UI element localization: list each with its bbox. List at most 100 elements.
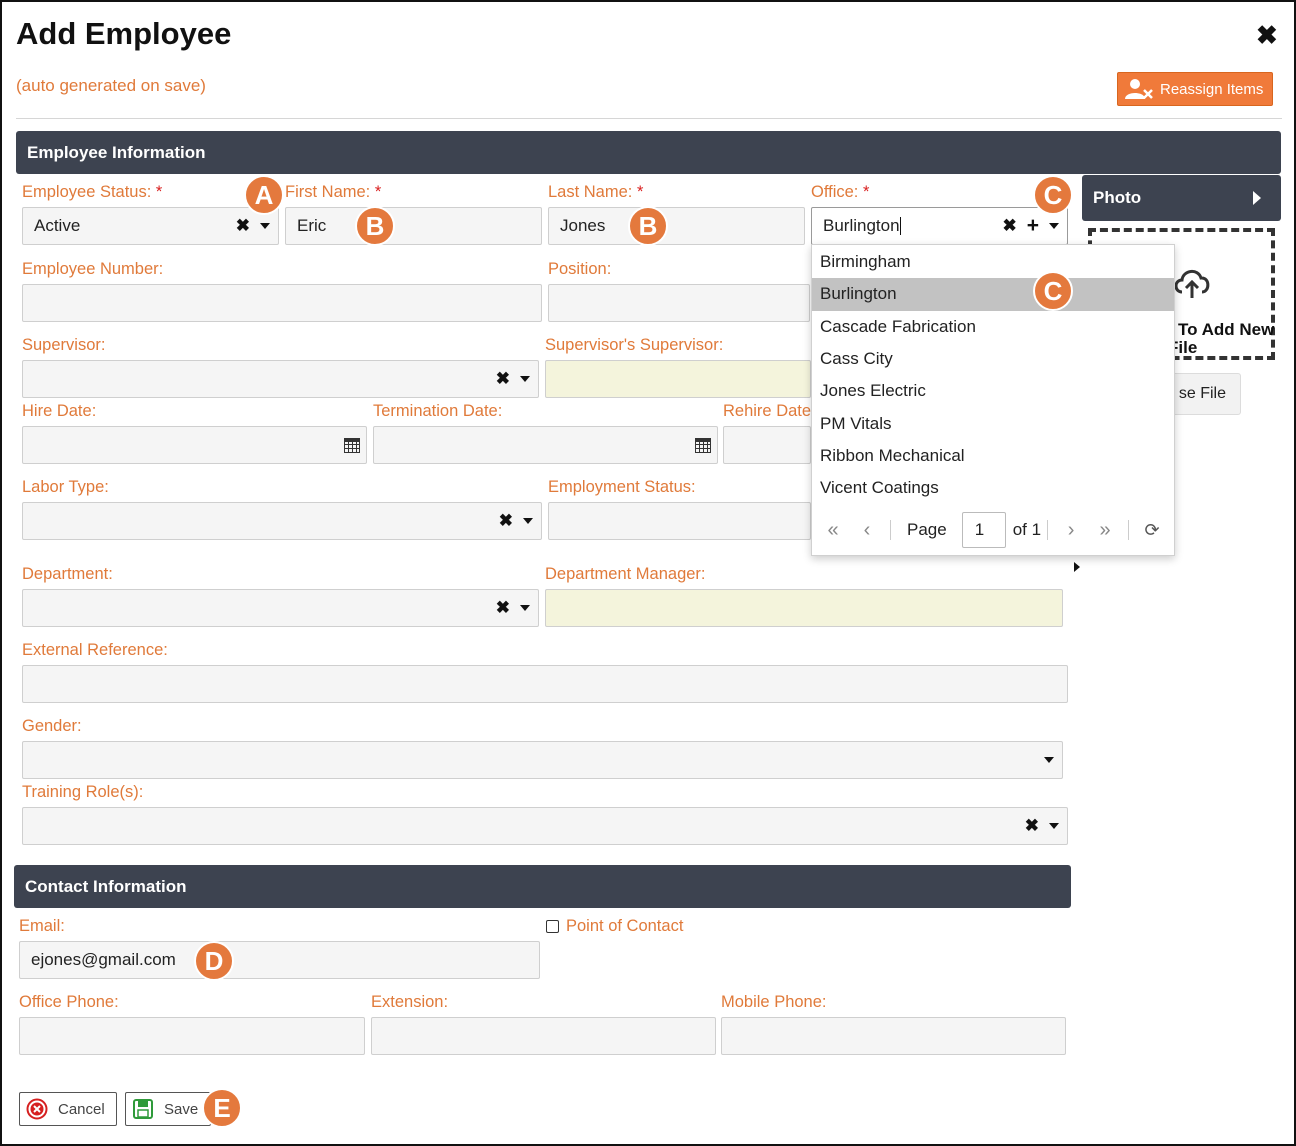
chevron-down-icon[interactable] (520, 376, 530, 382)
employment-status-label: Employment Status: (548, 478, 696, 496)
position-input[interactable] (548, 284, 810, 322)
clear-icon[interactable]: ✖ (499, 511, 513, 531)
gender-select[interactable] (22, 741, 1063, 779)
clear-icon[interactable]: ✖ (1025, 816, 1039, 836)
employee-status-select[interactable]: Active ✖ (22, 207, 279, 245)
position-label: Position: (548, 260, 612, 278)
office-option-selected[interactable]: Burlington (812, 278, 1174, 311)
employee-info-title: Employee Information (27, 142, 206, 162)
callout-d: D (194, 941, 234, 981)
extension-label: Extension: (371, 993, 449, 1011)
office-phone-input[interactable] (19, 1017, 365, 1055)
point-of-contact-checkbox[interactable] (546, 920, 559, 933)
chevron-down-icon[interactable] (1044, 757, 1054, 763)
last-name-input[interactable]: Jones (548, 207, 805, 245)
office-option[interactable]: Birmingham (812, 246, 1174, 278)
external-reference-input[interactable] (22, 665, 1068, 703)
supervisors-supervisor-label: Supervisor's Supervisor: (545, 336, 724, 354)
office-option[interactable]: Cascade Fabrication (812, 311, 1174, 343)
clear-icon[interactable]: ✖ (236, 216, 250, 236)
cancel-label: Cancel (58, 1100, 105, 1118)
page-label: Page (907, 520, 947, 539)
chevron-down-icon[interactable] (1049, 223, 1059, 229)
next-page-icon[interactable]: › (1054, 519, 1088, 542)
page-number-input[interactable]: 1 (961, 512, 1006, 548)
supervisor-select[interactable]: ✖ (22, 360, 539, 398)
cancel-button[interactable]: Cancel (19, 1092, 117, 1126)
page-total-label: of 1 (1012, 520, 1042, 539)
department-manager-field (545, 589, 1063, 627)
employee-number-input[interactable] (22, 284, 542, 322)
office-dropdown-list: Birmingham Burlington Cascade Fabricatio… (811, 244, 1175, 556)
clear-icon[interactable]: ✖ (496, 598, 510, 618)
callout-c: C (1033, 175, 1073, 215)
dropzone-text-line1: To Add New (1178, 320, 1275, 339)
labor-type-label: Labor Type: (22, 478, 109, 496)
office-option[interactable]: Cass City (812, 343, 1174, 375)
photo-header[interactable]: Photo (1082, 175, 1281, 221)
chevron-down-icon[interactable] (520, 605, 530, 611)
pager-divider (1047, 520, 1049, 540)
office-option[interactable]: PM Vitals (812, 407, 1174, 439)
training-roles-select[interactable]: ✖ (22, 807, 1068, 845)
last-name-label: Last Name: * (548, 183, 644, 201)
extension-input[interactable] (371, 1017, 716, 1055)
point-of-contact-label: Point of Contact (566, 917, 684, 935)
external-reference-label: External Reference: (22, 641, 168, 659)
chevron-down-icon[interactable] (260, 223, 270, 229)
mobile-phone-input[interactable] (721, 1017, 1066, 1055)
save-button[interactable]: Save (125, 1092, 211, 1126)
email-value: ejones@gmail.com (31, 950, 176, 969)
department-select[interactable]: ✖ (22, 589, 539, 627)
refresh-icon[interactable]: ⟳ (1135, 520, 1169, 541)
clear-icon[interactable]: ✖ (1002, 216, 1016, 236)
calendar-icon[interactable] (344, 438, 360, 453)
callout-b: B (628, 206, 668, 246)
employment-status-select[interactable] (548, 502, 811, 540)
office-combobox[interactable]: Burlington ✖ + (811, 207, 1068, 245)
cloud-upload-icon (1174, 270, 1210, 298)
supervisor-label: Supervisor: (22, 336, 106, 354)
mobile-phone-label: Mobile Phone: (721, 993, 827, 1011)
callout-e: E (202, 1088, 242, 1128)
termination-date-input[interactable] (373, 426, 718, 464)
office-option[interactable]: Vicent Coatings (812, 472, 1174, 504)
last-page-icon[interactable]: » (1088, 519, 1122, 542)
chevron-down-icon[interactable] (523, 518, 533, 524)
labor-type-select[interactable]: ✖ (22, 502, 542, 540)
add-icon[interactable]: + (1027, 214, 1039, 238)
termination-date-label: Termination Date: (373, 402, 503, 420)
first-page-icon[interactable]: « (816, 519, 850, 542)
contact-info-title: Contact Information (25, 876, 187, 896)
clear-icon[interactable]: ✖ (496, 369, 510, 389)
first-name-input[interactable]: Eric (285, 207, 542, 245)
header-divider (16, 118, 1282, 119)
hire-date-input[interactable] (22, 426, 367, 464)
dialog-title: Add Employee (16, 16, 232, 51)
email-label: Email: (19, 917, 65, 935)
training-roles-label: Training Role(s): (22, 783, 144, 801)
first-name-value: Eric (297, 216, 327, 235)
rehire-date-label: Rehire Date (723, 402, 812, 420)
rehire-date-input[interactable] (723, 426, 811, 464)
cancel-icon (26, 1098, 48, 1120)
email-input[interactable]: ejones@gmail.com (19, 941, 540, 979)
employee-status-value: Active (34, 216, 81, 235)
chevron-down-icon[interactable] (1049, 823, 1059, 829)
employee-info-header: Employee Information (16, 131, 1281, 174)
close-icon[interactable]: ✖ (1256, 22, 1278, 48)
department-label: Department: (22, 565, 113, 583)
employee-status-label: Employee Status: * (22, 183, 163, 201)
collapse-arrow-icon[interactable] (1074, 562, 1080, 572)
calendar-icon[interactable] (695, 438, 711, 453)
reassign-items-button[interactable]: Reassign Items (1117, 72, 1273, 106)
prev-page-icon[interactable]: ‹ (850, 519, 884, 542)
office-phone-label: Office Phone: (19, 993, 119, 1011)
office-option[interactable]: Jones Electric (812, 375, 1174, 407)
office-option[interactable]: Ribbon Mechanical (812, 440, 1174, 472)
gender-label: Gender: (22, 717, 82, 735)
save-label: Save (164, 1100, 199, 1118)
dropdown-pager: « ‹ Page 1 of 1 › » ⟳ (812, 507, 1174, 553)
callout-b: B (355, 206, 395, 246)
office-label: Office: * (811, 183, 870, 201)
